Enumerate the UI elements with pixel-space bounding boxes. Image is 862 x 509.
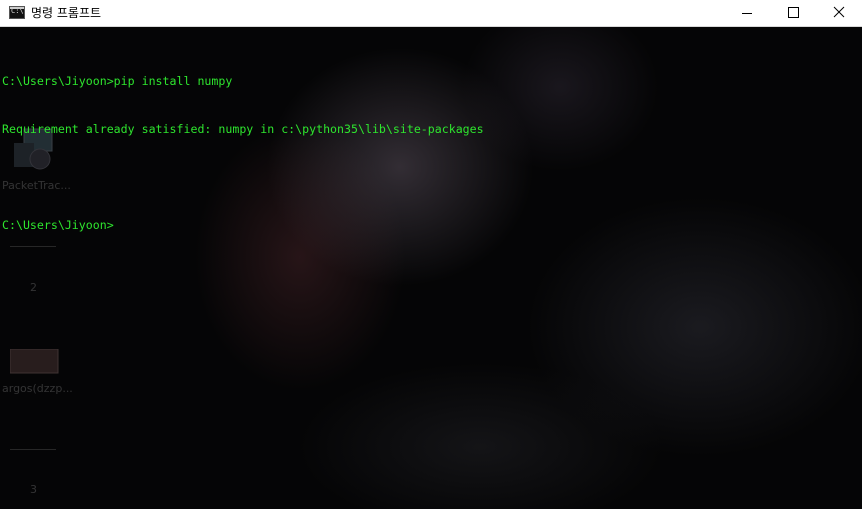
ghost-label-2: 2 [30,281,37,294]
window-title: 명령 프롬프트 [31,6,102,20]
command-prompt-window: C:\ 명령 프롬프트 PacketTrac... 2 argos(dzzp..… [0,0,862,509]
minimize-icon [742,13,752,14]
console-prompt: C:\Users\Jiyoon> [2,218,114,232]
ghost-label-3: 3 [30,483,37,496]
console-output: C:\Users\Jiyoon>pip install numpy Requir… [2,41,484,265]
title-bar[interactable]: C:\ 명령 프롬프트 [0,0,862,27]
close-button[interactable] [816,0,862,26]
console-line: C:\Users\Jiyoon>pip install numpy [2,74,233,88]
console-prompt-line[interactable]: C:\Users\Jiyoon> [2,217,484,233]
minimize-button[interactable] [724,0,770,26]
close-icon [833,6,845,18]
console-line: Requirement already satisfied: numpy in … [2,122,484,136]
console-area[interactable]: PacketTrac... 2 argos(dzzp... 3 C:\Users… [0,27,862,509]
desktop-divider-2 [10,449,56,450]
maximize-button[interactable] [770,0,816,26]
argos-desktop-icon [10,349,59,374]
maximize-icon [788,7,799,18]
cmd-icon: C:\ [9,6,25,19]
ghost-label-argos: argos(dzzp... [2,382,73,395]
